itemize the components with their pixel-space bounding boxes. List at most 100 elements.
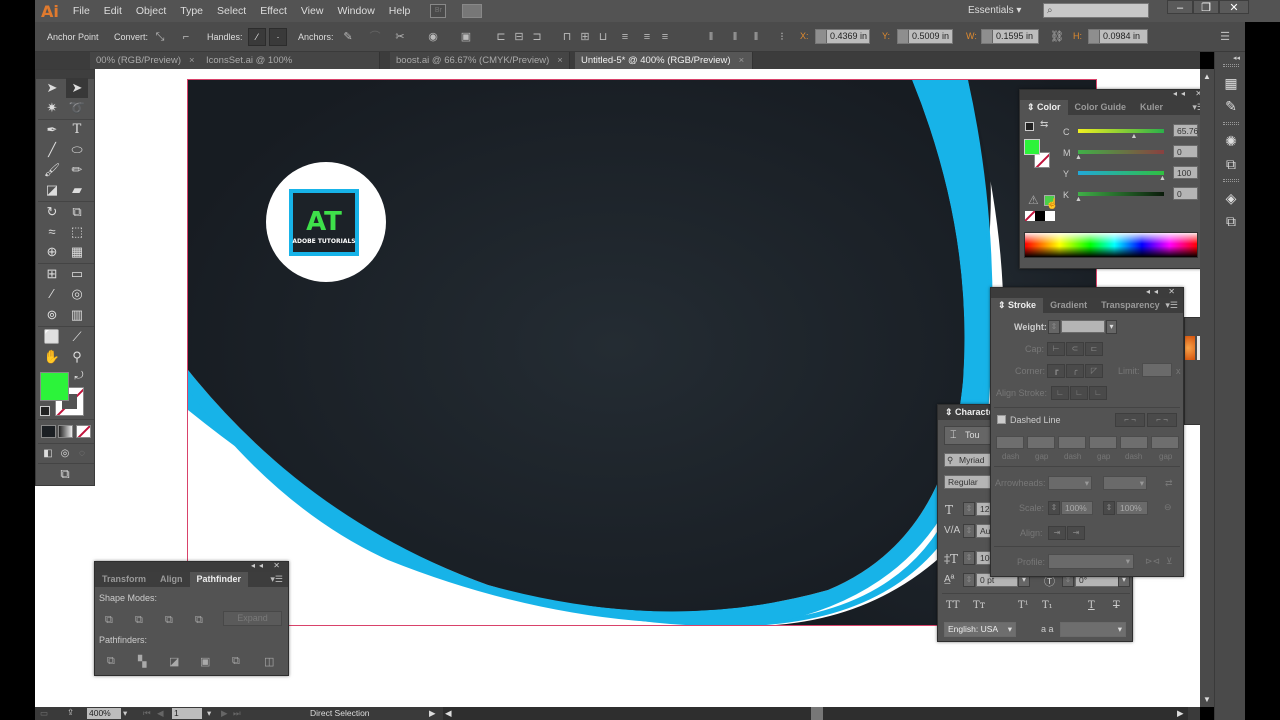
weight-field[interactable] [1061,320,1105,333]
warp-tool[interactable]: ≈ [41,222,63,242]
close-tab-icon[interactable]: × [739,55,745,66]
none-mode-button[interactable] [76,425,91,438]
tab-document-1[interactable]: 00% (RGB/Preview) × [90,52,206,69]
projecting-cap-button[interactable]: ⊏ [1085,342,1103,356]
panel-header[interactable]: ◂◂ ✕ [1020,89,1210,100]
draw-inside-icon[interactable]: ◌ [73,444,91,464]
transform-icon[interactable]: ⧉ [1221,155,1241,173]
hand-tool[interactable]: ✋ [41,347,63,367]
outline-button[interactable]: ⧉ [232,655,240,668]
distribute-center-icon[interactable]: ‖ [728,30,742,44]
horizontal-scroll-thumb[interactable] [811,707,823,720]
touch-type-button[interactable]: ⌶ Tou [944,426,994,445]
tab-iconsset[interactable]: IconsSet.ai @ 100% (CMYK/Preview)× [200,52,380,83]
zoom-field[interactable]: 400% [87,708,121,719]
align-bottom-icon[interactable]: ⊔ [596,30,610,44]
symbols-icon[interactable]: ✺ [1221,132,1241,150]
flip-along-icon[interactable]: ⊳⊲ [1145,556,1160,567]
blob-brush-tool[interactable]: ◪ [41,180,63,200]
status-menu-arrow[interactable]: ▶ [429,708,436,719]
kerning-spinner[interactable]: ⇕ [963,524,975,538]
gap-field-2[interactable] [1089,436,1117,449]
isolate-icon[interactable]: ◉ [426,30,440,44]
dash-field-2[interactable] [1058,436,1086,449]
align-stroke-inside-button[interactable]: ∟ [1070,386,1088,400]
panel-menu-icon[interactable]: ▾☰ [1165,298,1178,313]
weight-dropdown[interactable]: ▾ [1106,320,1117,334]
eraser-tool[interactable]: ▰ [66,180,88,200]
selection-tool[interactable]: ➤ [41,78,63,98]
scroll-down-arrow[interactable]: ▼ [1203,695,1211,704]
restore-button[interactable]: ❐ [1193,0,1219,14]
collapse-close-icon[interactable]: ◂◂ ✕ [1146,287,1179,296]
superscript-button[interactable]: T¹ [1018,600,1029,611]
crop-button[interactable]: ▣ [200,655,210,668]
yellow-slider-track[interactable] [1078,171,1164,175]
unite-button[interactable]: ⧉ [105,614,113,627]
align-left-icon[interactable]: ⊏ [494,30,508,44]
swap-colors-icon[interactable]: ⇆ [1040,119,1048,130]
type-tool[interactable]: T [66,120,88,140]
x-spinner[interactable] [816,30,827,43]
x-field[interactable]: 0.4369 in [815,29,870,44]
gpu-icon[interactable]: ▭ [40,708,48,719]
align-right-icon[interactable]: ⊐ [530,30,544,44]
y-field[interactable]: 0.5009 in [897,29,953,44]
magic-wand-tool[interactable]: ✷ [41,98,63,118]
color-spectrum[interactable] [1024,232,1198,258]
trim-button[interactable]: ▚ [138,655,146,668]
none-swatch[interactable] [1025,211,1035,221]
shape-builder-tool[interactable]: ⊕ [41,242,63,262]
connect-anchors-icon[interactable]: ⌒ [368,30,382,44]
yellow-field[interactable]: 100 [1173,166,1198,179]
tab-stroke[interactable]: ⇕ Stroke [991,298,1044,313]
menu-effect[interactable]: Effect [260,5,287,17]
artboard-tool[interactable]: ⬜ [41,327,63,347]
butt-cap-button[interactable]: ⊢ [1047,342,1065,356]
black-slider-track[interactable] [1078,192,1164,196]
dashed-line-checkbox[interactable] [997,415,1006,424]
merge-button[interactable]: ◪ [169,655,179,668]
start-scale-spinner[interactable]: ⇕ [1048,501,1060,515]
flip-across-icon[interactable]: ⊻ [1166,556,1173,567]
swatches-icon[interactable]: ▦ [1221,74,1241,92]
tab-kuler[interactable]: Kuler [1133,100,1170,115]
scroll-left-arrow[interactable]: ◀ [445,708,452,719]
end-arrowhead-dropdown[interactable]: ▾ [1103,476,1147,490]
lasso-tool[interactable]: ➰ [66,98,88,118]
start-arrowhead-dropdown[interactable]: ▾ [1048,476,1092,490]
minimize-button[interactable]: – [1167,0,1193,14]
menu-view[interactable]: View [301,5,324,17]
panel-menu-icon[interactable]: ▾☰ [270,572,283,587]
previous-artboard-icon[interactable]: ◀ [157,708,164,719]
dock-grip[interactable] [1223,179,1239,182]
swap-arrowheads-icon[interactable]: ⇄ [1165,478,1173,489]
menu-edit[interactable]: Edit [104,5,122,17]
pencil-tool[interactable]: ✏ [66,160,88,180]
tab-pathfinder[interactable]: Pathfinder [189,572,249,587]
menu-window[interactable]: Window [337,5,374,17]
free-transform-tool[interactable]: ⬚ [66,222,88,242]
start-scale-field[interactable]: 100% [1061,501,1093,515]
bevel-join-button[interactable]: ◸ [1085,364,1103,378]
show-handles-button[interactable]: ⁄ [248,28,266,46]
miter-join-button[interactable]: ┏ [1047,364,1065,378]
default-fill-stroke-icon[interactable] [40,406,50,416]
distribute-middle-icon[interactable]: ≡ [640,30,654,44]
arrow-tip-at-end-button[interactable]: ⇥ [1067,526,1085,540]
share-icon[interactable]: ⇪ [67,707,74,718]
remove-anchor-icon[interactable]: ✎ [341,30,355,44]
distribute-bottom-icon[interactable]: ≡ [658,30,672,44]
distribute-top-icon[interactable]: ≡ [618,30,632,44]
leading-spinner[interactable]: ⇕ [963,551,975,565]
magenta-slider-thumb[interactable]: ▲ [1075,154,1082,161]
all-caps-button[interactable]: TT [946,600,960,611]
minus-back-button[interactable]: ◫ [264,655,274,668]
distribute-right-icon[interactable]: ‖ [749,30,763,44]
blend-tool[interactable]: ◎ [66,284,88,304]
first-artboard-icon[interactable]: ⏮ [143,708,151,719]
draw-normal-icon[interactable]: ◧ [39,444,57,464]
cyan-field[interactable]: 65.76 [1173,124,1198,137]
default-colors-icon[interactable] [1025,122,1034,131]
language-dropdown[interactable]: English: USA ▾ [944,622,1016,637]
